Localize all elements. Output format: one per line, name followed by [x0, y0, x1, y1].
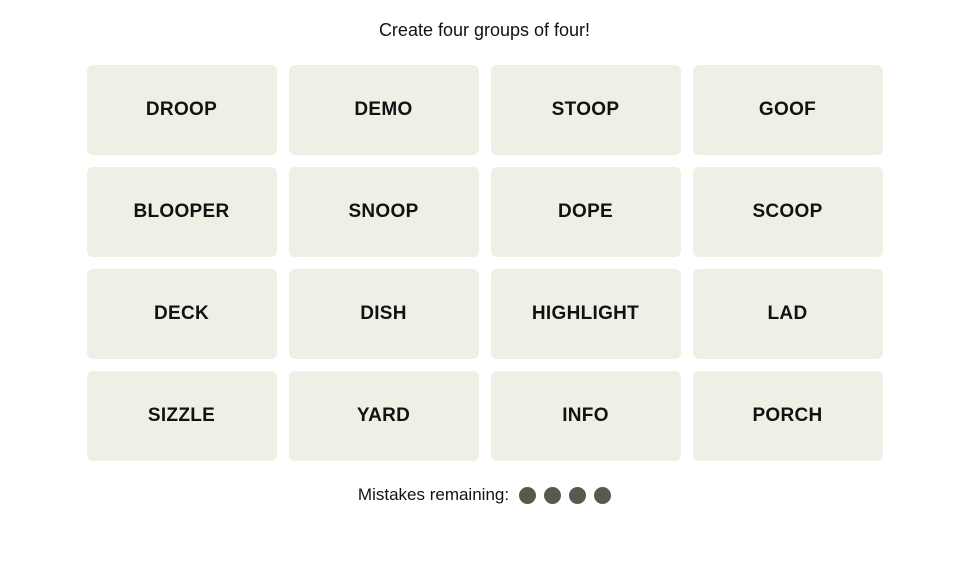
word-tile[interactable]: DROOP — [87, 65, 277, 155]
mistakes-label: Mistakes remaining: — [358, 485, 509, 505]
tile-grid: DROOP DEMO STOOP GOOF BLOOPER SNOOP DOPE… — [87, 65, 883, 461]
word-tile[interactable]: DISH — [289, 269, 479, 359]
word-tile[interactable]: BLOOPER — [87, 167, 277, 257]
word-tile[interactable]: SCOOP — [693, 167, 883, 257]
word-tile[interactable]: SNOOP — [289, 167, 479, 257]
word-tile[interactable]: HIGHLIGHT — [491, 269, 681, 359]
word-tile[interactable]: YARD — [289, 371, 479, 461]
word-tile[interactable]: SIZZLE — [87, 371, 277, 461]
word-tile[interactable]: DEMO — [289, 65, 479, 155]
mistake-dot-icon — [594, 487, 611, 504]
mistake-dot-icon — [544, 487, 561, 504]
mistakes-row: Mistakes remaining: — [358, 485, 611, 505]
word-tile[interactable]: DECK — [87, 269, 277, 359]
word-tile[interactable]: PORCH — [693, 371, 883, 461]
instruction-text: Create four groups of four! — [379, 20, 590, 41]
word-tile[interactable]: GOOF — [693, 65, 883, 155]
mistakes-dots — [519, 487, 611, 504]
word-tile[interactable]: DOPE — [491, 167, 681, 257]
word-tile[interactable]: STOOP — [491, 65, 681, 155]
mistake-dot-icon — [519, 487, 536, 504]
word-tile[interactable]: INFO — [491, 371, 681, 461]
mistake-dot-icon — [569, 487, 586, 504]
word-tile[interactable]: LAD — [693, 269, 883, 359]
